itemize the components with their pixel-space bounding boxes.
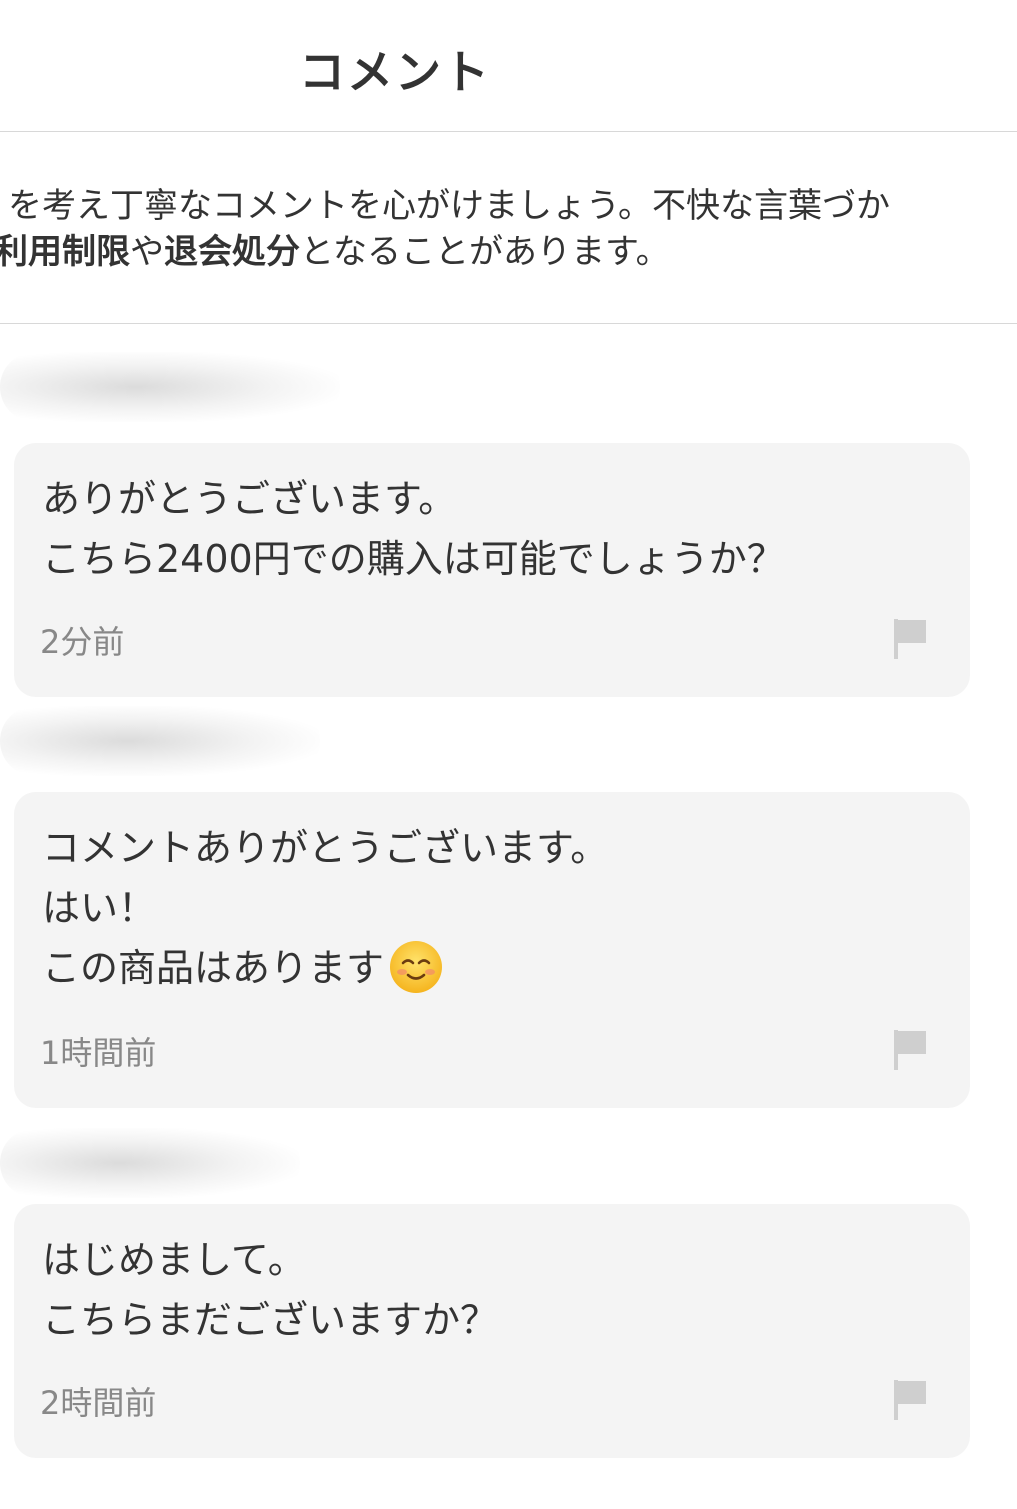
comment-bubble: はじめまして。 こちらまだございますか？ 2時間前 xyxy=(14,1204,970,1458)
usage-restriction-text: 利用制限 xyxy=(0,232,130,272)
comment-bubble: ありがとうございます。 こちら2400円での購入は可能でしょうか？ 2分前 xyxy=(14,443,970,697)
comment-timestamp: 2分前 xyxy=(40,623,125,661)
comment-text: はじめまして。 xyxy=(42,1238,306,1282)
blurred-username xyxy=(0,352,340,422)
header: コメント xyxy=(0,0,1017,132)
comment-text: この商品はあります xyxy=(42,946,385,990)
comment-text: こちら2400円での購入は可能でしょうか？ xyxy=(42,537,785,581)
comment-text: はい！ xyxy=(42,886,157,930)
comment-text: こちらまだございますか？ xyxy=(42,1298,499,1342)
comment-guidelines-notice: を考え丁寧なコメントを心がけましょう。不快な言葉づか 利用制限や退会処分となるこ… xyxy=(0,133,1017,324)
page-title: コメント xyxy=(299,45,491,99)
comment-timestamp: 2時間前 xyxy=(40,1384,157,1422)
notice-text: や xyxy=(130,232,164,272)
comment-text: コメントありがとうございます。 xyxy=(42,826,609,870)
flag-icon[interactable] xyxy=(892,617,928,659)
flag-icon[interactable] xyxy=(892,1028,928,1070)
account-removal-text: 退会処分 xyxy=(164,232,300,272)
notice-text: となることがあります。 xyxy=(300,232,670,272)
notice-line: を考え丁寧なコメントを心がけましょう。不快な言葉づか xyxy=(8,186,890,226)
comment-text: ありがとうございます。 xyxy=(42,477,457,521)
smiling-face-emoji xyxy=(390,941,443,993)
comment-bubble: コメントありがとうございます。 はい！ この商品はあります 1時間前 xyxy=(14,792,970,1108)
comment-timestamp: 1時間前 xyxy=(40,1034,157,1072)
flag-icon[interactable] xyxy=(892,1378,928,1420)
notice-line: 利用制限や退会処分となることがあります。 xyxy=(0,229,670,275)
blurred-username xyxy=(0,706,320,776)
blurred-username xyxy=(0,1128,300,1198)
comment-text-with-emoji: この商品はあります xyxy=(42,938,444,998)
